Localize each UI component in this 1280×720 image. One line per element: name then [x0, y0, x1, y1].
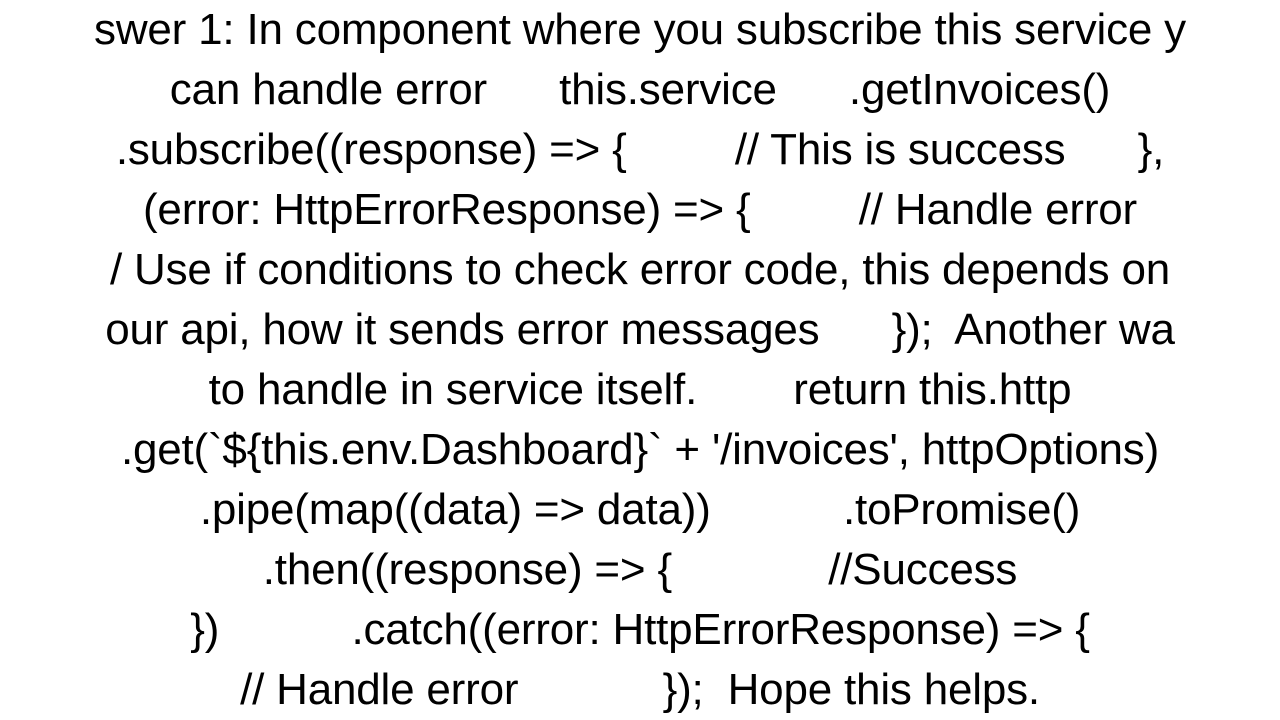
answer-line: our api, how it sends error messages });… — [0, 300, 1280, 360]
answer-line: can handle error this.service .getInvoic… — [0, 60, 1280, 120]
answer-line: .then((response) => { //Success — [0, 540, 1280, 600]
answer-line: to handle in service itself. return this… — [0, 360, 1280, 420]
answer-line: .pipe(map((data) => data)) .toPromise() — [0, 480, 1280, 540]
answer-line: (error: HttpErrorResponse) => { // Handl… — [0, 180, 1280, 240]
answer-line: .get(`${this.env.Dashboard}` + '/invoice… — [0, 420, 1280, 480]
answer-line: swer 1: In component where you subscribe… — [0, 0, 1280, 60]
answer-text-block: swer 1: In component where you subscribe… — [0, 0, 1280, 720]
answer-line: }) .catch((error: HttpErrorResponse) => … — [0, 600, 1280, 660]
answer-line: / Use if conditions to check error code,… — [0, 240, 1280, 300]
answer-line: // Handle error }); Hope this helps. — [0, 660, 1280, 720]
answer-line: .subscribe((response) => { // This is su… — [0, 120, 1280, 180]
